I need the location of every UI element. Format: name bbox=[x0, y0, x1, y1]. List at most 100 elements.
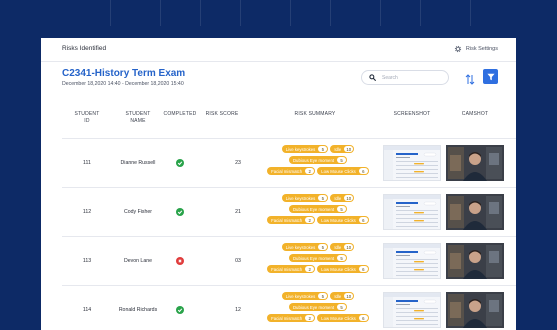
completed-status-icon bbox=[176, 306, 184, 314]
risk-chip[interactable]: Facial mismatch 2 bbox=[267, 265, 316, 273]
risk-chip[interactable]: Facial mismatch 2 bbox=[267, 216, 316, 224]
screenshot-thumbnail[interactable] bbox=[383, 145, 441, 181]
risk-chip[interactable]: Idle 10 bbox=[330, 243, 355, 251]
student-id: 114 bbox=[82, 307, 92, 313]
sort-arrows-icon bbox=[465, 74, 475, 85]
risk-chip[interactable]: Idle 10 bbox=[330, 292, 355, 300]
risk-chip[interactable]: Live keystrokes 5 bbox=[281, 292, 329, 300]
risk-summary: Live keystrokes 5 Idle 10 Dubious Eye moment… bbox=[258, 243, 378, 276]
risk-chip-count: 2 bbox=[305, 315, 315, 321]
x-circle-icon bbox=[178, 259, 182, 263]
table-row[interactable]: 113 Devon Lane 03 Live keystrokes 5 Idle 10 Dub… bbox=[62, 236, 516, 285]
risk-chip[interactable]: Low Mouse Clicks 6 bbox=[317, 167, 369, 175]
risk-chip[interactable]: Live keystrokes 5 bbox=[281, 243, 329, 251]
column-header-student-id: STUDENT ID bbox=[74, 111, 100, 124]
risks-panel: Risks Identified Risk Settings C2341-His… bbox=[41, 38, 516, 330]
column-header-risk-score: RISK SCORE bbox=[205, 111, 239, 117]
risk-chip[interactable]: Low Mouse Clicks 6 bbox=[317, 314, 369, 322]
risk-summary: Live keystrokes 5 Idle 10 Dubious Eye moment… bbox=[258, 194, 378, 227]
risk-chip-label: Facial mismatch bbox=[271, 168, 303, 174]
risk-chip[interactable]: Live keystrokes 5 bbox=[281, 194, 329, 202]
check-circle-icon bbox=[177, 308, 183, 313]
camshot-thumbnail[interactable] bbox=[446, 194, 504, 230]
risk-summary: Live keystrokes 5 Idle 10 Dubious Eye moment… bbox=[258, 145, 378, 178]
completed-status-icon bbox=[176, 208, 184, 216]
filter-funnel-icon bbox=[486, 73, 495, 80]
risk-summary: Live keystrokes 5 Idle 10 Dubious Eye moment… bbox=[258, 292, 378, 325]
search-input[interactable] bbox=[382, 74, 442, 81]
check-circle-icon bbox=[177, 161, 183, 166]
risk-score: 03 bbox=[235, 258, 241, 264]
risk-chip-count: 2 bbox=[305, 168, 315, 174]
risk-chip-count: 5 bbox=[337, 255, 347, 261]
risk-score: 21 bbox=[235, 209, 241, 215]
risk-score: 12 bbox=[235, 307, 241, 313]
risk-chip[interactable]: Low Mouse Clicks 6 bbox=[317, 216, 369, 224]
camshot-thumbnail[interactable] bbox=[446, 243, 504, 279]
exam-title: C2341-History Term Exam bbox=[62, 68, 186, 79]
risk-chip-label: Facial mismatch bbox=[271, 315, 303, 321]
risk-chip-label: Live keystrokes bbox=[285, 244, 316, 250]
risk-chip-count: 6 bbox=[358, 266, 368, 272]
risk-chip-row: Dubious Eye moment 5 bbox=[258, 254, 378, 262]
camshot-thumbnail[interactable] bbox=[446, 292, 504, 328]
gear-icon bbox=[454, 45, 462, 53]
risk-chip[interactable]: Low Mouse Clicks 6 bbox=[317, 265, 369, 273]
risk-chip-label: Low Mouse Clicks bbox=[321, 315, 356, 321]
check-circle-icon bbox=[177, 210, 183, 215]
risk-chip-count: 5 bbox=[318, 195, 328, 201]
risk-chip[interactable]: Facial mismatch 2 bbox=[267, 167, 316, 175]
risk-chip-label: Low Mouse Clicks bbox=[321, 168, 356, 174]
risk-chip-label: Live keystrokes bbox=[285, 293, 316, 299]
table-row[interactable]: 112 Cody Fisher 21 Live keystrokes 5 Idle 10 Du… bbox=[62, 187, 516, 236]
risk-chip[interactable]: Dubious Eye moment 5 bbox=[288, 254, 348, 262]
panel-header: Risks Identified Risk Settings bbox=[41, 38, 516, 62]
risk-chip[interactable]: Dubious Eye moment 5 bbox=[288, 303, 348, 311]
student-name: Devon Lane bbox=[124, 258, 152, 264]
risk-chip-count: 5 bbox=[337, 157, 347, 163]
screenshot-thumbnail[interactable] bbox=[383, 243, 441, 279]
screenshot-thumbnail[interactable] bbox=[383, 194, 441, 230]
exam-dates: December 18,2020 14:40 - December 18,202… bbox=[62, 81, 184, 87]
risk-settings-button[interactable]: Risk Settings bbox=[454, 44, 498, 54]
risk-chip[interactable]: Facial mismatch 2 bbox=[267, 314, 316, 322]
risk-chip-count: 10 bbox=[344, 146, 354, 152]
risk-chip-count: 2 bbox=[305, 217, 315, 223]
risk-chip-count: 10 bbox=[344, 244, 354, 250]
risk-chip-label: Facial mismatch bbox=[271, 217, 303, 223]
screenshot-thumbnail[interactable] bbox=[383, 292, 441, 328]
student-name: Dianne Russell bbox=[120, 160, 156, 166]
risk-chip-label: Idle bbox=[334, 146, 342, 152]
risk-chip[interactable]: Dubious Eye moment 5 bbox=[288, 205, 348, 213]
risk-chip-label: Idle bbox=[334, 195, 342, 201]
search-box[interactable] bbox=[361, 70, 449, 85]
student-id: 113 bbox=[82, 258, 92, 264]
risk-chip-row: Live keystrokes 5 Idle 10 bbox=[258, 243, 378, 251]
search-icon bbox=[369, 74, 376, 81]
student-id: 112 bbox=[82, 209, 92, 215]
risk-chip[interactable]: Idle 10 bbox=[330, 194, 355, 202]
risk-chip-label: Low Mouse Clicks bbox=[321, 266, 356, 272]
risk-chip-row: Dubious Eye moment 5 bbox=[258, 205, 378, 213]
risk-chip-row: Live keystrokes 5 Idle 10 bbox=[258, 194, 378, 202]
column-header-camshot: CAMSHOT bbox=[461, 111, 489, 117]
risk-chip-count: 5 bbox=[318, 293, 328, 299]
risk-chip-label: Dubious Eye moment bbox=[292, 157, 335, 163]
risk-chip-count: 10 bbox=[344, 293, 354, 299]
risk-chip[interactable]: Dubious Eye moment 5 bbox=[288, 156, 348, 164]
table-row[interactable]: 111 Dianne Russell 23 Live keystrokes 5 Idle 1… bbox=[62, 138, 516, 187]
risk-chip[interactable]: Idle 10 bbox=[330, 145, 355, 153]
risk-chip-count: 5 bbox=[318, 244, 328, 250]
risk-chip-label: Dubious Eye moment bbox=[292, 304, 335, 310]
risk-chip-label: Low Mouse Clicks bbox=[321, 217, 356, 223]
filter-button[interactable] bbox=[483, 69, 498, 84]
risk-chip-count: 5 bbox=[318, 146, 328, 152]
camshot-thumbnail[interactable] bbox=[446, 145, 504, 181]
risk-chip[interactable]: Live keystrokes 5 bbox=[281, 145, 329, 153]
panel-title: Risks Identified bbox=[62, 45, 107, 52]
risk-chip-label: Live keystrokes bbox=[285, 195, 316, 201]
risk-chip-label: Dubious Eye moment bbox=[292, 255, 335, 261]
table-row[interactable]: 114 Ronald Richards 12 Live keystrokes 5 Idle… bbox=[62, 285, 516, 330]
sort-button[interactable] bbox=[465, 72, 475, 85]
risk-table-body: 111 Dianne Russell 23 Live keystrokes 5 Idle 1… bbox=[62, 138, 516, 330]
